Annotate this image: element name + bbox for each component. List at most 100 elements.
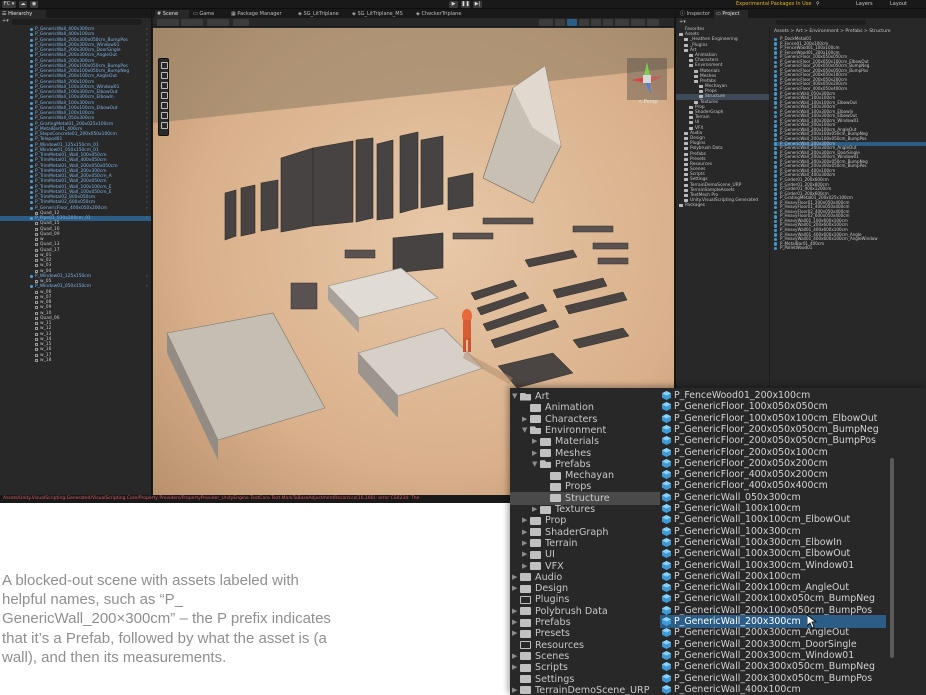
search-scene-icon[interactable] xyxy=(647,19,659,26)
account-dropdown[interactable]: FC ▾ xyxy=(2,1,16,8)
tab-project[interactable]: ▭ Project xyxy=(714,10,748,18)
prefab-icon xyxy=(662,481,671,491)
hierarchy-row[interactable]: w_18 xyxy=(0,358,151,363)
grid-icon[interactable] xyxy=(233,19,249,26)
folder-icon xyxy=(694,79,698,83)
hand-tool-icon[interactable] xyxy=(161,62,168,69)
breadcrumb[interactable]: Assets > Art > Environment > Prefabs > S… xyxy=(774,29,891,34)
tab-sg-littriplane[interactable]: ◈ SG_LitTriplane xyxy=(296,10,348,18)
gameobject-icon xyxy=(35,248,38,252)
gameobject-icon xyxy=(35,332,38,336)
tab-game[interactable]: ▭ Game xyxy=(191,10,227,18)
lighting-toggle[interactable] xyxy=(567,19,577,26)
2d-toggle[interactable] xyxy=(555,19,565,26)
draw-mode-dropdown[interactable] xyxy=(539,19,553,26)
prefab-icon xyxy=(30,59,33,63)
folder-icon xyxy=(689,111,693,114)
layers-dropdown[interactable]: Layers xyxy=(856,1,873,8)
prefab-icon xyxy=(30,175,33,178)
folder-icon xyxy=(530,415,541,424)
folder-icon xyxy=(520,652,531,661)
folder-icon xyxy=(520,595,531,604)
tab-sg-littriplane-ms-label: SG_LitTriplane_MS xyxy=(357,11,403,17)
project-file-label: P_PalletWood01 xyxy=(780,245,813,251)
perspective-label[interactable]: < Persp xyxy=(638,99,658,105)
add-asset-icon[interactable]: +▾ xyxy=(679,19,686,25)
hidden-objects-icon[interactable] xyxy=(603,19,613,26)
prefab-icon xyxy=(30,133,33,136)
scale-tool-icon[interactable] xyxy=(161,92,168,99)
collab-icon[interactable]: ◉ xyxy=(30,1,38,8)
folder-icon xyxy=(684,142,688,146)
prefab-icon xyxy=(30,101,33,105)
inset-scrollbar[interactable] xyxy=(890,458,894,658)
folder-icon xyxy=(694,69,698,73)
chevron-right-icon[interactable]: ▶ xyxy=(512,684,517,695)
grid-snap-dropdown[interactable] xyxy=(207,19,229,26)
rotate-tool-icon[interactable] xyxy=(161,82,168,89)
transform-tool-icon[interactable] xyxy=(161,112,168,119)
gameobject-icon xyxy=(35,353,38,357)
project-tree-item[interactable]: Packages xyxy=(676,203,769,208)
prefab-icon xyxy=(30,43,33,47)
tab-inspector[interactable]: ⓘ Inspector xyxy=(678,10,712,18)
pause-icon[interactable]: ❚❚ xyxy=(461,1,470,8)
orientation-gizmo[interactable] xyxy=(627,58,667,100)
audio-toggle[interactable] xyxy=(579,19,589,26)
cloud-icon[interactable]: ☁ xyxy=(19,1,27,8)
folder-icon xyxy=(684,157,688,161)
search-icon[interactable]: ⚲ xyxy=(816,1,820,8)
tab-package-manager[interactable]: ▦ Package Manager xyxy=(229,10,293,18)
move-tool-icon[interactable] xyxy=(161,72,168,79)
prefab-icon xyxy=(30,180,33,184)
tab-sg-littriplane-ms[interactable]: ◈ SG_LitTriplane_MS xyxy=(350,10,412,18)
project-file-item[interactable]: P_PalletWood01 xyxy=(774,245,926,251)
experimental-packages-dropdown[interactable]: Experimental Packages In Use ▾ xyxy=(736,1,812,14)
folder-icon xyxy=(550,494,561,503)
prefab-icon xyxy=(30,217,33,220)
camera-icon[interactable] xyxy=(615,19,629,26)
folder-icon xyxy=(684,194,688,197)
project-tabbar: ⓘ Inspector ▭ Project xyxy=(676,9,926,18)
gameobject-icon xyxy=(35,227,38,231)
inset-file-item[interactable]: P_GenericWall_400x100cm xyxy=(660,683,886,695)
custom-tool-icon[interactable] xyxy=(161,122,168,129)
prefab-icon xyxy=(30,201,33,205)
global-dropdown[interactable] xyxy=(181,19,203,26)
prefab-icon xyxy=(662,470,671,480)
gameobject-icon xyxy=(35,337,38,341)
gameobject-icon xyxy=(35,222,38,226)
play-icon[interactable]: ▶ xyxy=(449,1,458,8)
scene-tool-palette xyxy=(158,58,169,136)
add-icon[interactable]: +▾ xyxy=(2,18,9,24)
folder-icon xyxy=(540,449,551,457)
folder-icon xyxy=(540,505,551,514)
effects-toggle[interactable] xyxy=(591,19,601,26)
gameobject-icon xyxy=(35,348,38,352)
rect-tool-icon[interactable] xyxy=(161,102,168,109)
prefab-icon xyxy=(662,436,671,446)
hierarchy-search-input[interactable] xyxy=(12,19,142,25)
tab-scene[interactable]: # Scene xyxy=(155,10,189,18)
prefab-icon xyxy=(30,28,33,31)
tab-inspector-label: Inspector xyxy=(686,11,710,17)
prefab-icon xyxy=(662,583,671,593)
hierarchy-list: P_GenericWall_400x300cm › P_GenericWall_40… xyxy=(0,27,151,363)
pivot-dropdown[interactable] xyxy=(157,19,179,26)
prefab-icon xyxy=(30,164,33,168)
folder-icon xyxy=(520,607,531,616)
tab-hierarchy[interactable]: ☰ Hierarchy xyxy=(0,10,46,18)
gizmos-icon[interactable] xyxy=(631,19,645,26)
folder-icon xyxy=(684,168,688,172)
prefab-icon xyxy=(662,684,671,694)
project-panel-zoom-inset: ▼ Art Animation ▶ Characters ▼ Environment ▶ Mat… xyxy=(510,388,926,695)
prefab-icon xyxy=(662,560,671,570)
step-icon[interactable]: ▶| xyxy=(473,1,482,8)
prefab-icon xyxy=(30,285,33,289)
inset-folder-item[interactable]: ▶ TerrainDemoScene_URP xyxy=(510,684,660,695)
folder-icon xyxy=(550,471,561,480)
tab-checkertriplane[interactable]: ◈ CheckerTriplane xyxy=(414,10,468,18)
project-search-input[interactable] xyxy=(776,20,866,25)
layout-dropdown[interactable]: Layout xyxy=(890,1,907,8)
prefab-icon xyxy=(662,447,671,457)
